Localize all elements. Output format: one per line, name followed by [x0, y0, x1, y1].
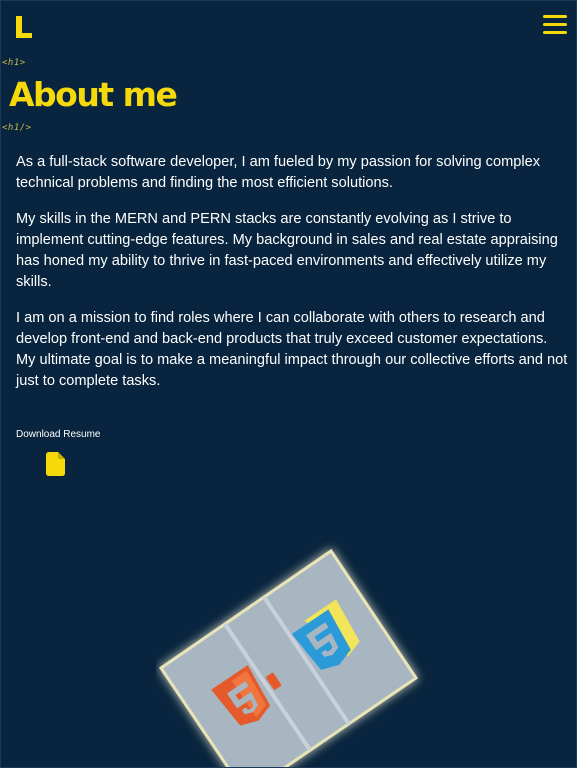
heading-close-tag: <h1/> [2, 123, 32, 133]
bio-paragraph: As a full-stack software developer, I am… [16, 154, 540, 191]
file-icon[interactable] [46, 452, 65, 476]
tech-tiles-illustration [158, 548, 419, 767]
menu-bar [543, 23, 567, 26]
heading-open-tag: <h1> [2, 58, 26, 68]
bio-text: As a full-stack software developer, I am… [16, 152, 568, 407]
logo-icon[interactable] [15, 15, 33, 39]
download-resume-label[interactable]: Download Resume [16, 429, 101, 440]
bio-paragraph: I am on a mission to find roles where I … [16, 310, 568, 389]
hamburger-menu-icon[interactable] [543, 15, 567, 35]
page-title: About me [9, 75, 178, 114]
tiles-board [158, 548, 419, 767]
about-page: <h1> About me <h1/> As a full-stack soft… [0, 0, 577, 768]
menu-bar [543, 15, 567, 18]
bio-paragraph: My skills in the MERN and PERN stacks ar… [16, 211, 558, 290]
menu-bar [543, 31, 567, 34]
